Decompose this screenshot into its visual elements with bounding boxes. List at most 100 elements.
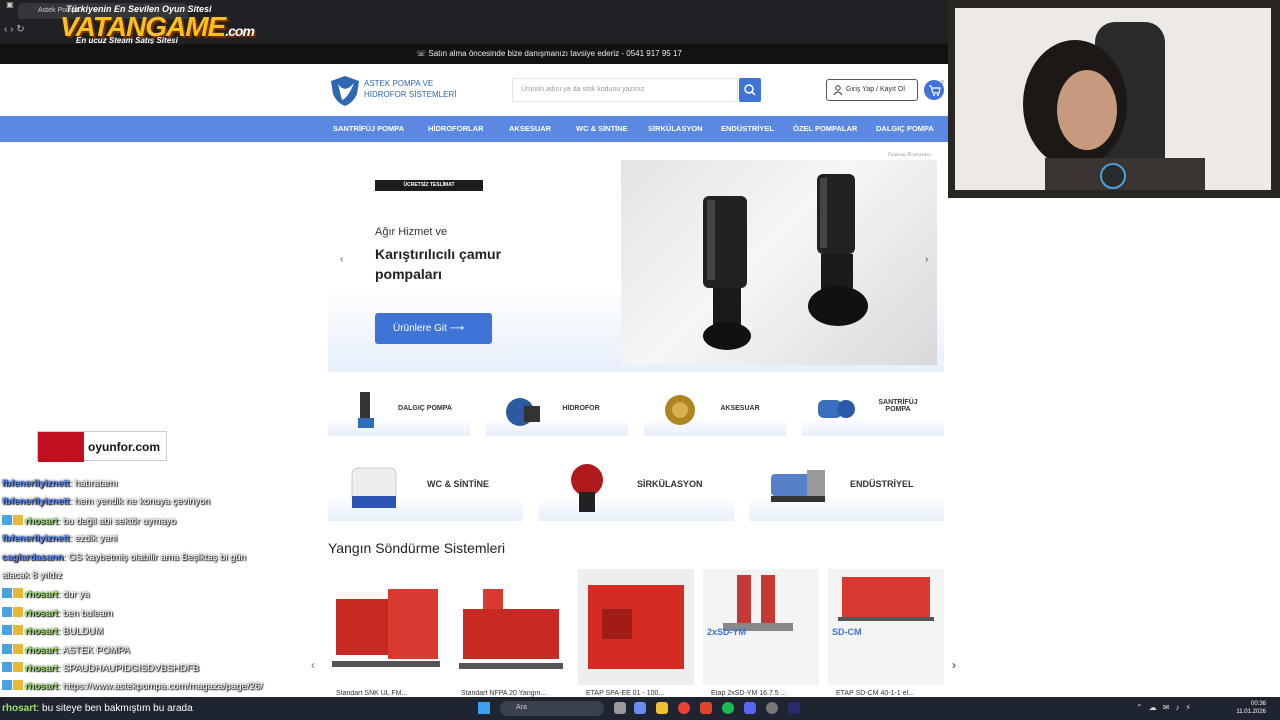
product-card[interactable] bbox=[578, 569, 694, 685]
category-sirkulasyon[interactable]: SİRKÜLASYON bbox=[539, 450, 734, 521]
category-dalgic-pompa[interactable]: DALGIÇ POMPA bbox=[328, 384, 470, 436]
category-wc-sintine[interactable]: WC & SİNTİNE bbox=[328, 450, 523, 521]
premiere-icon[interactable] bbox=[788, 702, 800, 714]
hidrofor-icon bbox=[506, 398, 540, 426]
nav-aksesuar[interactable]: AKSESUAR bbox=[509, 116, 551, 142]
chat-message: alacak 8 yıldız bbox=[2, 570, 63, 581]
nav-santrifuj-pompa[interactable]: SANTRİFÜJ POMPA bbox=[333, 116, 404, 142]
hero-slider: ÜCRETSİZ TESLİMAT Ağır Hizmet ve Karıştı… bbox=[328, 156, 944, 372]
chat-username: rhosart bbox=[25, 607, 58, 619]
chat-line: rhosart: ben buleam bbox=[2, 606, 113, 619]
nav-hidroforlar[interactable]: HİDROFORLAR bbox=[428, 116, 483, 142]
logo-line-2: HİDROFOR SİSTEMLERİ bbox=[364, 90, 457, 99]
system-tray[interactable]: ⌃☁✉♪⚡ bbox=[1136, 703, 1224, 713]
fire-pump-set-image bbox=[588, 585, 684, 669]
badge-icon bbox=[2, 625, 12, 636]
category-label: ENDÜSTRİYEL bbox=[850, 479, 914, 489]
category-label: SİRKÜLASYON bbox=[637, 479, 703, 489]
badge-icon bbox=[13, 680, 23, 691]
product-card[interactable]: 2xSD-YM bbox=[703, 569, 819, 685]
chrome-icon[interactable] bbox=[678, 702, 690, 714]
hero-cta-label: Ürünlere Git bbox=[393, 323, 447, 334]
product-name[interactable]: Standart NFPA 20 Yangın... bbox=[461, 690, 579, 697]
nav-endustriyel[interactable]: ENDÜSTRİYEL bbox=[721, 116, 774, 142]
chat-message: : bu değil abi sektör uymayo bbox=[57, 515, 177, 527]
clock-date: 11.01.2026 bbox=[1236, 709, 1266, 715]
category-endustriyel[interactable]: ENDÜSTRİYEL bbox=[749, 450, 944, 521]
chat-line: caglardasann: GS kaybetmiş olabilir ama … bbox=[2, 552, 246, 563]
login-label: Giriş Yap / Kayıt Ol bbox=[846, 86, 905, 93]
taskbar-search[interactable]: Ara bbox=[500, 701, 604, 716]
badge-icon bbox=[2, 514, 12, 525]
product-name[interactable]: Standart SNK UL FM... bbox=[336, 690, 454, 697]
browser-nav-buttons[interactable]: ‹ › ↻ bbox=[4, 24, 64, 38]
slider-next-button[interactable]: › bbox=[925, 254, 928, 265]
folder-icon[interactable] bbox=[656, 702, 668, 714]
twitch-icon bbox=[38, 432, 84, 462]
nav-ozel-pompalar[interactable]: ÖZEL POMPALAR bbox=[793, 116, 857, 142]
product-img-label: SD-CM bbox=[832, 627, 862, 637]
category-aksesuar[interactable]: AKSESUAR bbox=[644, 384, 786, 436]
chat-line: rhosart: ASTEK POMPA bbox=[2, 643, 130, 656]
chat-line: rhosart: bu değil abi sektör uymayo bbox=[2, 514, 177, 527]
tab-icon: ▣ bbox=[6, 0, 14, 9]
start-icon[interactable] bbox=[478, 702, 490, 714]
chat-username: rhosart bbox=[25, 589, 58, 601]
badge-icon bbox=[2, 643, 12, 654]
hero-subtitle: Ağır Hizmet ve bbox=[375, 226, 448, 238]
sponsor-banner: oyunfor.com bbox=[37, 431, 167, 462]
hero-cta-button[interactable]: Ürünlere Git ⟶ bbox=[375, 313, 492, 344]
bilge-pump-icon bbox=[351, 467, 397, 508]
nav-wc-sintine[interactable]: WC & SİNTİNE bbox=[576, 116, 628, 142]
chat-message: : ASTEK POMPA bbox=[57, 644, 130, 656]
badge-icon bbox=[13, 643, 23, 654]
discord-icon[interactable] bbox=[744, 702, 756, 714]
badge-icon bbox=[13, 625, 23, 636]
search-button[interactable] bbox=[739, 78, 761, 102]
chat-username: rhosart bbox=[25, 626, 58, 638]
chat-line: fbfenerliyiznett: hem yendik ne konuya ç… bbox=[2, 496, 210, 507]
site-logo[interactable]: ASTEK POMPA VE HİDROFOR SİSTEMLERİ bbox=[328, 74, 458, 108]
cart-count: 0 bbox=[941, 80, 944, 86]
carousel-next-button[interactable]: › bbox=[952, 658, 956, 672]
steam-icon[interactable] bbox=[766, 702, 778, 714]
streamer-video bbox=[1023, 22, 1205, 190]
product-name[interactable]: ETAP SPA-EE 01 - 100... bbox=[586, 690, 704, 697]
chat-line: rhosart: BULDUM bbox=[2, 625, 103, 637]
main-nav: SANTRİFÜJ POMPA HİDROFORLAR AKSESUAR WC … bbox=[0, 116, 948, 142]
badge-icon bbox=[2, 680, 12, 691]
product-card[interactable]: SD-CM bbox=[828, 569, 944, 685]
category-santrifuj-pompa[interactable]: SANTRİFÜJ POMPA bbox=[802, 384, 944, 436]
industrial-pump-icon bbox=[771, 470, 825, 502]
chat-message: : SPAUDHAUPIDGISDVBSHDFB bbox=[57, 663, 200, 674]
sponsor-text: oyunfor.com bbox=[88, 440, 161, 454]
task-view-icon[interactable] bbox=[614, 702, 626, 714]
chat-message: : BULDUM bbox=[57, 626, 104, 638]
category-label: SANTRİFÜJ POMPA bbox=[878, 399, 918, 413]
product-card[interactable] bbox=[453, 569, 569, 685]
spotify-icon[interactable] bbox=[722, 702, 734, 714]
hero-pump-image bbox=[621, 160, 937, 365]
nav-dalgic-pompa[interactable]: DALGIÇ POMPA bbox=[876, 116, 934, 142]
chat-username: rhosart bbox=[25, 515, 58, 527]
chat-message: : https://www.astekpompa.com/magaza/page… bbox=[57, 681, 263, 693]
brave-icon[interactable] bbox=[700, 702, 712, 714]
app-icon[interactable] bbox=[634, 702, 646, 714]
category-label: DALGIÇ POMPA bbox=[398, 405, 452, 412]
badge-icon bbox=[2, 662, 12, 672]
slider-prev-button[interactable]: ‹ bbox=[340, 254, 343, 265]
search-input[interactable]: Ürünün adını ya da stok kodunu yazınız bbox=[512, 78, 738, 102]
login-button[interactable]: Giriş Yap / Kayıt Ol bbox=[826, 79, 918, 101]
chat-line: rhosart: dur ya bbox=[2, 588, 89, 600]
nav-sirkulasyon[interactable]: SİRKÜLASYON bbox=[648, 116, 703, 142]
chat-line: fbfenerliyiznett: ezdik yani bbox=[2, 533, 117, 544]
product-card[interactable] bbox=[328, 569, 444, 685]
category-hidrofor[interactable]: HİDROFOR bbox=[486, 384, 628, 436]
product-name[interactable]: Etap 2xSD-YM 16.7.5 ... bbox=[711, 690, 829, 697]
badge-icon bbox=[2, 606, 12, 617]
badge-icon bbox=[2, 588, 12, 599]
clock[interactable]: 00:36 11.01.2026 bbox=[1228, 700, 1266, 716]
category-label: AKSESUAR bbox=[720, 405, 760, 412]
product-name[interactable]: ETAP SD-CM 40-1-1 el... bbox=[836, 690, 954, 697]
badge-icon bbox=[13, 588, 23, 599]
